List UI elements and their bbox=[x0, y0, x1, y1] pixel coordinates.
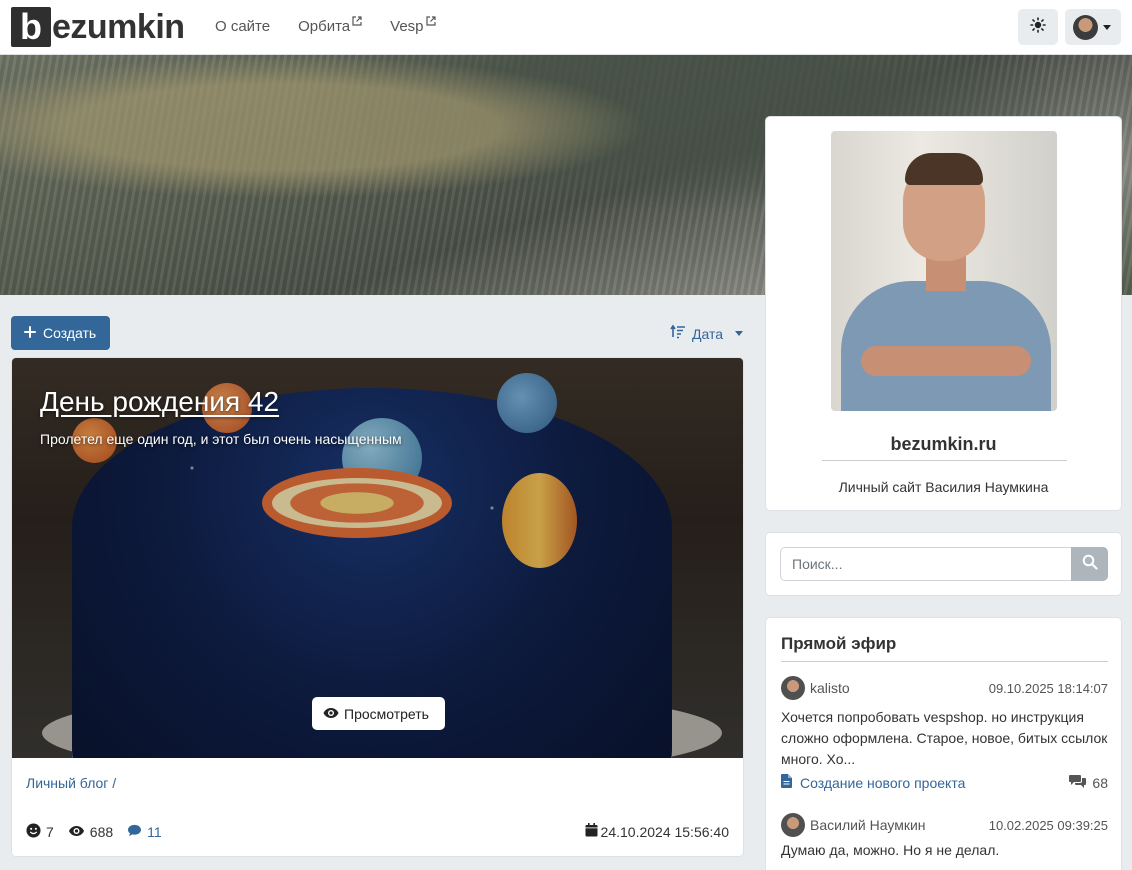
comment-text[interactable]: Хочется попробовать vespshop. но инструк… bbox=[781, 707, 1108, 770]
navbar: b ezumkin О сайте Орбита Vesp bbox=[0, 0, 1132, 55]
live-feed-title: Прямой эфир bbox=[781, 634, 897, 653]
site-description: Личный сайт Василия Наумкина bbox=[838, 479, 1049, 495]
sort-icon bbox=[670, 324, 686, 343]
comment-icon bbox=[127, 824, 142, 840]
comment-date: 09.10.2025 18:14:07 bbox=[988, 680, 1108, 696]
plus-icon bbox=[24, 325, 36, 341]
divider bbox=[781, 661, 1108, 662]
logo-letter: b bbox=[11, 7, 51, 47]
profile-card: bezumkin.ru Личный сайт Василия Наумкина bbox=[765, 116, 1122, 511]
nav-link-about[interactable]: О сайте bbox=[215, 18, 270, 35]
post-cover-image[interactable]: День рождения 42 Пролетел еще один год, … bbox=[12, 358, 743, 758]
post-subtitle: Пролетел еще один год, и этот был очень … bbox=[40, 431, 402, 447]
avatar[interactable] bbox=[781, 676, 805, 700]
comment-count-value: 68 bbox=[1092, 774, 1108, 791]
nav-link-label: Орбита bbox=[298, 18, 351, 35]
smile-icon bbox=[26, 823, 41, 841]
sort-label: Дата bbox=[692, 325, 724, 342]
calendar-icon bbox=[585, 823, 598, 840]
divider bbox=[822, 460, 1067, 461]
post-title[interactable]: День рождения 42 bbox=[40, 386, 279, 418]
comments-count: 11 bbox=[147, 824, 162, 840]
post-date-value: 24.10.2024 15:56:40 bbox=[600, 823, 729, 840]
nav-link-orbita[interactable]: Орбита bbox=[298, 16, 362, 35]
comments-stat[interactable]: 11 bbox=[127, 824, 162, 840]
view-post-label: Просмотреть bbox=[344, 705, 429, 722]
sort-dropdown[interactable]: Дата bbox=[670, 324, 744, 343]
eye-icon bbox=[68, 824, 85, 840]
comment-author[interactable]: Василий Наумкин bbox=[810, 817, 926, 833]
external-link-icon bbox=[352, 16, 362, 28]
search-icon bbox=[1082, 554, 1098, 574]
avatar[interactable] bbox=[781, 813, 805, 837]
comment-count: 68 bbox=[1069, 774, 1108, 791]
view-post-button[interactable]: Просмотреть bbox=[312, 697, 445, 730]
external-link-icon bbox=[425, 16, 436, 28]
reactions-stat[interactable]: 7 bbox=[26, 823, 54, 841]
post-card: День рождения 42 Пролетел еще один год, … bbox=[11, 357, 744, 857]
search-input[interactable] bbox=[780, 547, 1072, 581]
user-menu-button[interactable] bbox=[1065, 9, 1121, 45]
document-icon bbox=[781, 774, 792, 791]
comment-topic: Создание нового проекта bbox=[800, 774, 966, 791]
comment-item: Василий Наумкин 10.02.2025 09:39:25 Дума… bbox=[781, 813, 1108, 861]
search-button[interactable] bbox=[1071, 547, 1108, 581]
comment-item: kalisto 09.10.2025 18:14:07 Хочется попр… bbox=[781, 676, 1108, 791]
nav-link-vesp[interactable]: Vesp bbox=[390, 16, 436, 35]
comment-text[interactable]: Думаю да, можно. Но я не делал. bbox=[781, 840, 1108, 861]
chevron-down-icon bbox=[735, 331, 744, 336]
search-card bbox=[765, 532, 1122, 596]
eye-icon bbox=[323, 706, 339, 722]
comment-author[interactable]: kalisto bbox=[810, 680, 850, 696]
views-count: 688 bbox=[89, 824, 114, 840]
sun-icon bbox=[1030, 17, 1046, 37]
site-logo[interactable]: b ezumkin bbox=[11, 7, 185, 47]
live-feed-card: Прямой эфир kalisto 09.10.2025 18:14:07 … bbox=[765, 617, 1122, 870]
avatar bbox=[1073, 14, 1098, 40]
comments-icon bbox=[1069, 774, 1087, 791]
comment-topic-link[interactable]: Создание нового проекта bbox=[781, 774, 965, 791]
profile-photo bbox=[831, 131, 1057, 411]
create-button[interactable]: Создать bbox=[11, 316, 110, 350]
site-name: bezumkin.ru bbox=[890, 434, 997, 454]
create-button-label: Создать bbox=[43, 325, 97, 341]
post-stats: 7 688 11 bbox=[26, 823, 162, 841]
theme-toggle-button[interactable] bbox=[1018, 9, 1058, 45]
post-category-link[interactable]: Личный блог / bbox=[26, 775, 116, 791]
nav-links: О сайте Орбита Vesp bbox=[215, 16, 436, 35]
nav-link-label: О сайте bbox=[215, 18, 271, 35]
reactions-count: 7 bbox=[46, 824, 54, 840]
logo-text: ezumkin bbox=[52, 7, 185, 46]
nav-link-label: Vesp bbox=[390, 18, 424, 35]
post-date: 24.10.2024 15:56:40 bbox=[585, 823, 729, 840]
comment-date: 10.02.2025 09:39:25 bbox=[988, 817, 1108, 833]
chevron-down-icon bbox=[1103, 24, 1111, 30]
views-stat: 688 bbox=[68, 824, 113, 840]
